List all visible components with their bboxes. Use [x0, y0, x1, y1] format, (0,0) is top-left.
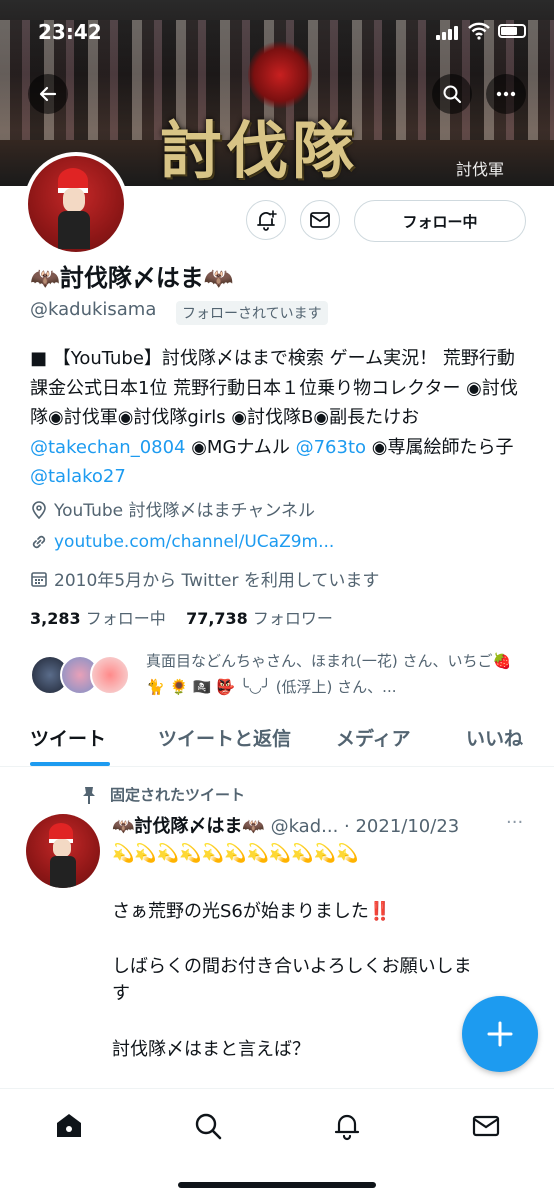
- tab-tweets-and-replies[interactable]: ツイートと返信: [158, 724, 291, 751]
- bio-text: ■ 【YouTube】討伐隊〆はまで検索 ゲーム実況！ 荒野行動課金公式日本1位…: [30, 348, 518, 428]
- arrow-left-icon: [39, 86, 57, 102]
- tweet-author-name[interactable]: 🦇討伐隊〆はま🦇: [112, 816, 265, 837]
- tweet-text-line: 討伐隊〆はまと言えば？: [112, 1039, 310, 1060]
- search-button[interactable]: [432, 74, 472, 114]
- notifications-toggle-button[interactable]: [246, 200, 286, 240]
- bio-mention-link[interactable]: @763to: [296, 437, 366, 458]
- mail-icon: [310, 212, 330, 228]
- location-pin-icon: [32, 500, 46, 519]
- join-date-text: 2010年5月から Twitter を利用しています: [54, 571, 380, 591]
- banner-subtitle: 討伐軍: [456, 160, 505, 179]
- tweet-author-handle: @kad...: [270, 816, 339, 837]
- message-button[interactable]: [300, 200, 340, 240]
- tab-media[interactable]: メディア: [336, 724, 411, 751]
- followers-count: 77,738: [186, 609, 248, 628]
- avatar-body: [58, 211, 90, 249]
- avatar-face: [53, 839, 71, 857]
- profile-handle: @kadukisama: [30, 299, 157, 320]
- home-icon[interactable]: [54, 1111, 84, 1141]
- follows-you-badge: フォローされています: [176, 301, 328, 325]
- following-button[interactable]: フォロー中: [354, 200, 526, 242]
- banner-title: 討伐隊: [160, 114, 359, 186]
- plus-icon: [487, 1021, 513, 1047]
- more-horizontal-icon: [496, 91, 516, 97]
- pinned-text: 固定されたツイート: [110, 786, 246, 804]
- profile-location: YouTube 討伐隊〆はまチャンネル: [30, 496, 315, 521]
- bell-plus-icon: [257, 210, 277, 231]
- tweet-more-icon[interactable]: ···: [506, 812, 523, 833]
- bio-mention-link[interactable]: @takechan_0804: [30, 437, 186, 458]
- bell-icon[interactable]: [332, 1111, 362, 1141]
- status-time: 23:42: [38, 20, 102, 44]
- home-indicator: [178, 1182, 376, 1188]
- tab-tweets[interactable]: ツイート: [30, 724, 106, 751]
- pin-icon: [83, 786, 95, 804]
- profile-bio: ■ 【YouTube】討伐隊〆はまで検索 ゲーム実況！ 荒野行動課金公式日本1位…: [30, 344, 526, 492]
- tweet-text-line: さぁ荒野の光S6が始まりました‼️: [112, 901, 392, 922]
- tweet-text-line: 💫💫💫💫💫💫💫💫💫💫💫: [112, 843, 359, 864]
- profile-url[interactable]: youtube.com/channel/UCaZ9m...: [30, 532, 334, 552]
- followers-you-know-avatars[interactable]: [30, 655, 134, 695]
- bio-text: ◉専属絵師たら子: [366, 436, 514, 458]
- following-count-link[interactable]: 3,283 フォロー中: [30, 609, 166, 628]
- tab-likes[interactable]: いいね: [466, 724, 523, 751]
- profile-tabs: ツイート ツイートと返信 メディア いいね: [0, 712, 554, 767]
- bio-mention-link[interactable]: @talako27: [30, 466, 126, 487]
- followers-you-know-text[interactable]: 真面目などんちゃさん、ほまれ(一花) さん、いちご🍓 🐈 🌻 🏴‍☠️ 👺 ╰◡…: [146, 648, 526, 700]
- battery-icon: [498, 24, 526, 38]
- follow-counts: 3,283 フォロー中 77,738 フォロワー: [30, 605, 333, 629]
- compose-tweet-button[interactable]: [462, 996, 538, 1072]
- cellular-signal-icon: [436, 26, 460, 40]
- mail-icon[interactable]: [471, 1111, 501, 1141]
- following-count: 3,283: [30, 609, 81, 628]
- avatar: [90, 655, 130, 695]
- search-icon[interactable]: [193, 1111, 223, 1141]
- followers-label: フォロワー: [252, 609, 333, 628]
- pinned-tweet-label: 固定されたツイート: [80, 784, 245, 805]
- location-text: YouTube 討伐隊〆はまチャンネル: [54, 501, 316, 521]
- back-button[interactable]: [28, 74, 68, 114]
- avatar-face: [63, 188, 85, 212]
- tweet-author-avatar[interactable]: [26, 814, 100, 888]
- url-text[interactable]: youtube.com/channel/UCaZ9m...: [54, 532, 334, 552]
- tweet-text-line: しばらくの間お付き合いよろしくお願いしま: [112, 956, 472, 977]
- profile-avatar[interactable]: [24, 152, 128, 256]
- bio-text: ◉MGナムル: [185, 436, 296, 458]
- more-button[interactable]: [486, 74, 526, 114]
- followers-count-link[interactable]: 77,738 フォロワー: [186, 609, 333, 628]
- status-bar: 23:42: [0, 0, 554, 60]
- profile-join-date: 2010年5月から Twitter を利用しています: [30, 566, 379, 591]
- tweet-text-line: す: [112, 983, 130, 1004]
- active-tab-indicator: [30, 762, 110, 766]
- calendar-icon: [31, 571, 47, 587]
- tweet-date[interactable]: · 2021/10/23: [344, 816, 459, 837]
- link-icon: [32, 535, 46, 549]
- profile-display-name: 🦇討伐隊〆はま🦇: [30, 264, 234, 292]
- search-icon: [443, 85, 462, 104]
- wifi-icon: [468, 22, 490, 40]
- avatar-body: [50, 856, 76, 888]
- following-label: フォロー中: [85, 609, 166, 628]
- tweet-header: 🦇討伐隊〆はま🦇 @kad... · 2021/10/23: [112, 812, 459, 838]
